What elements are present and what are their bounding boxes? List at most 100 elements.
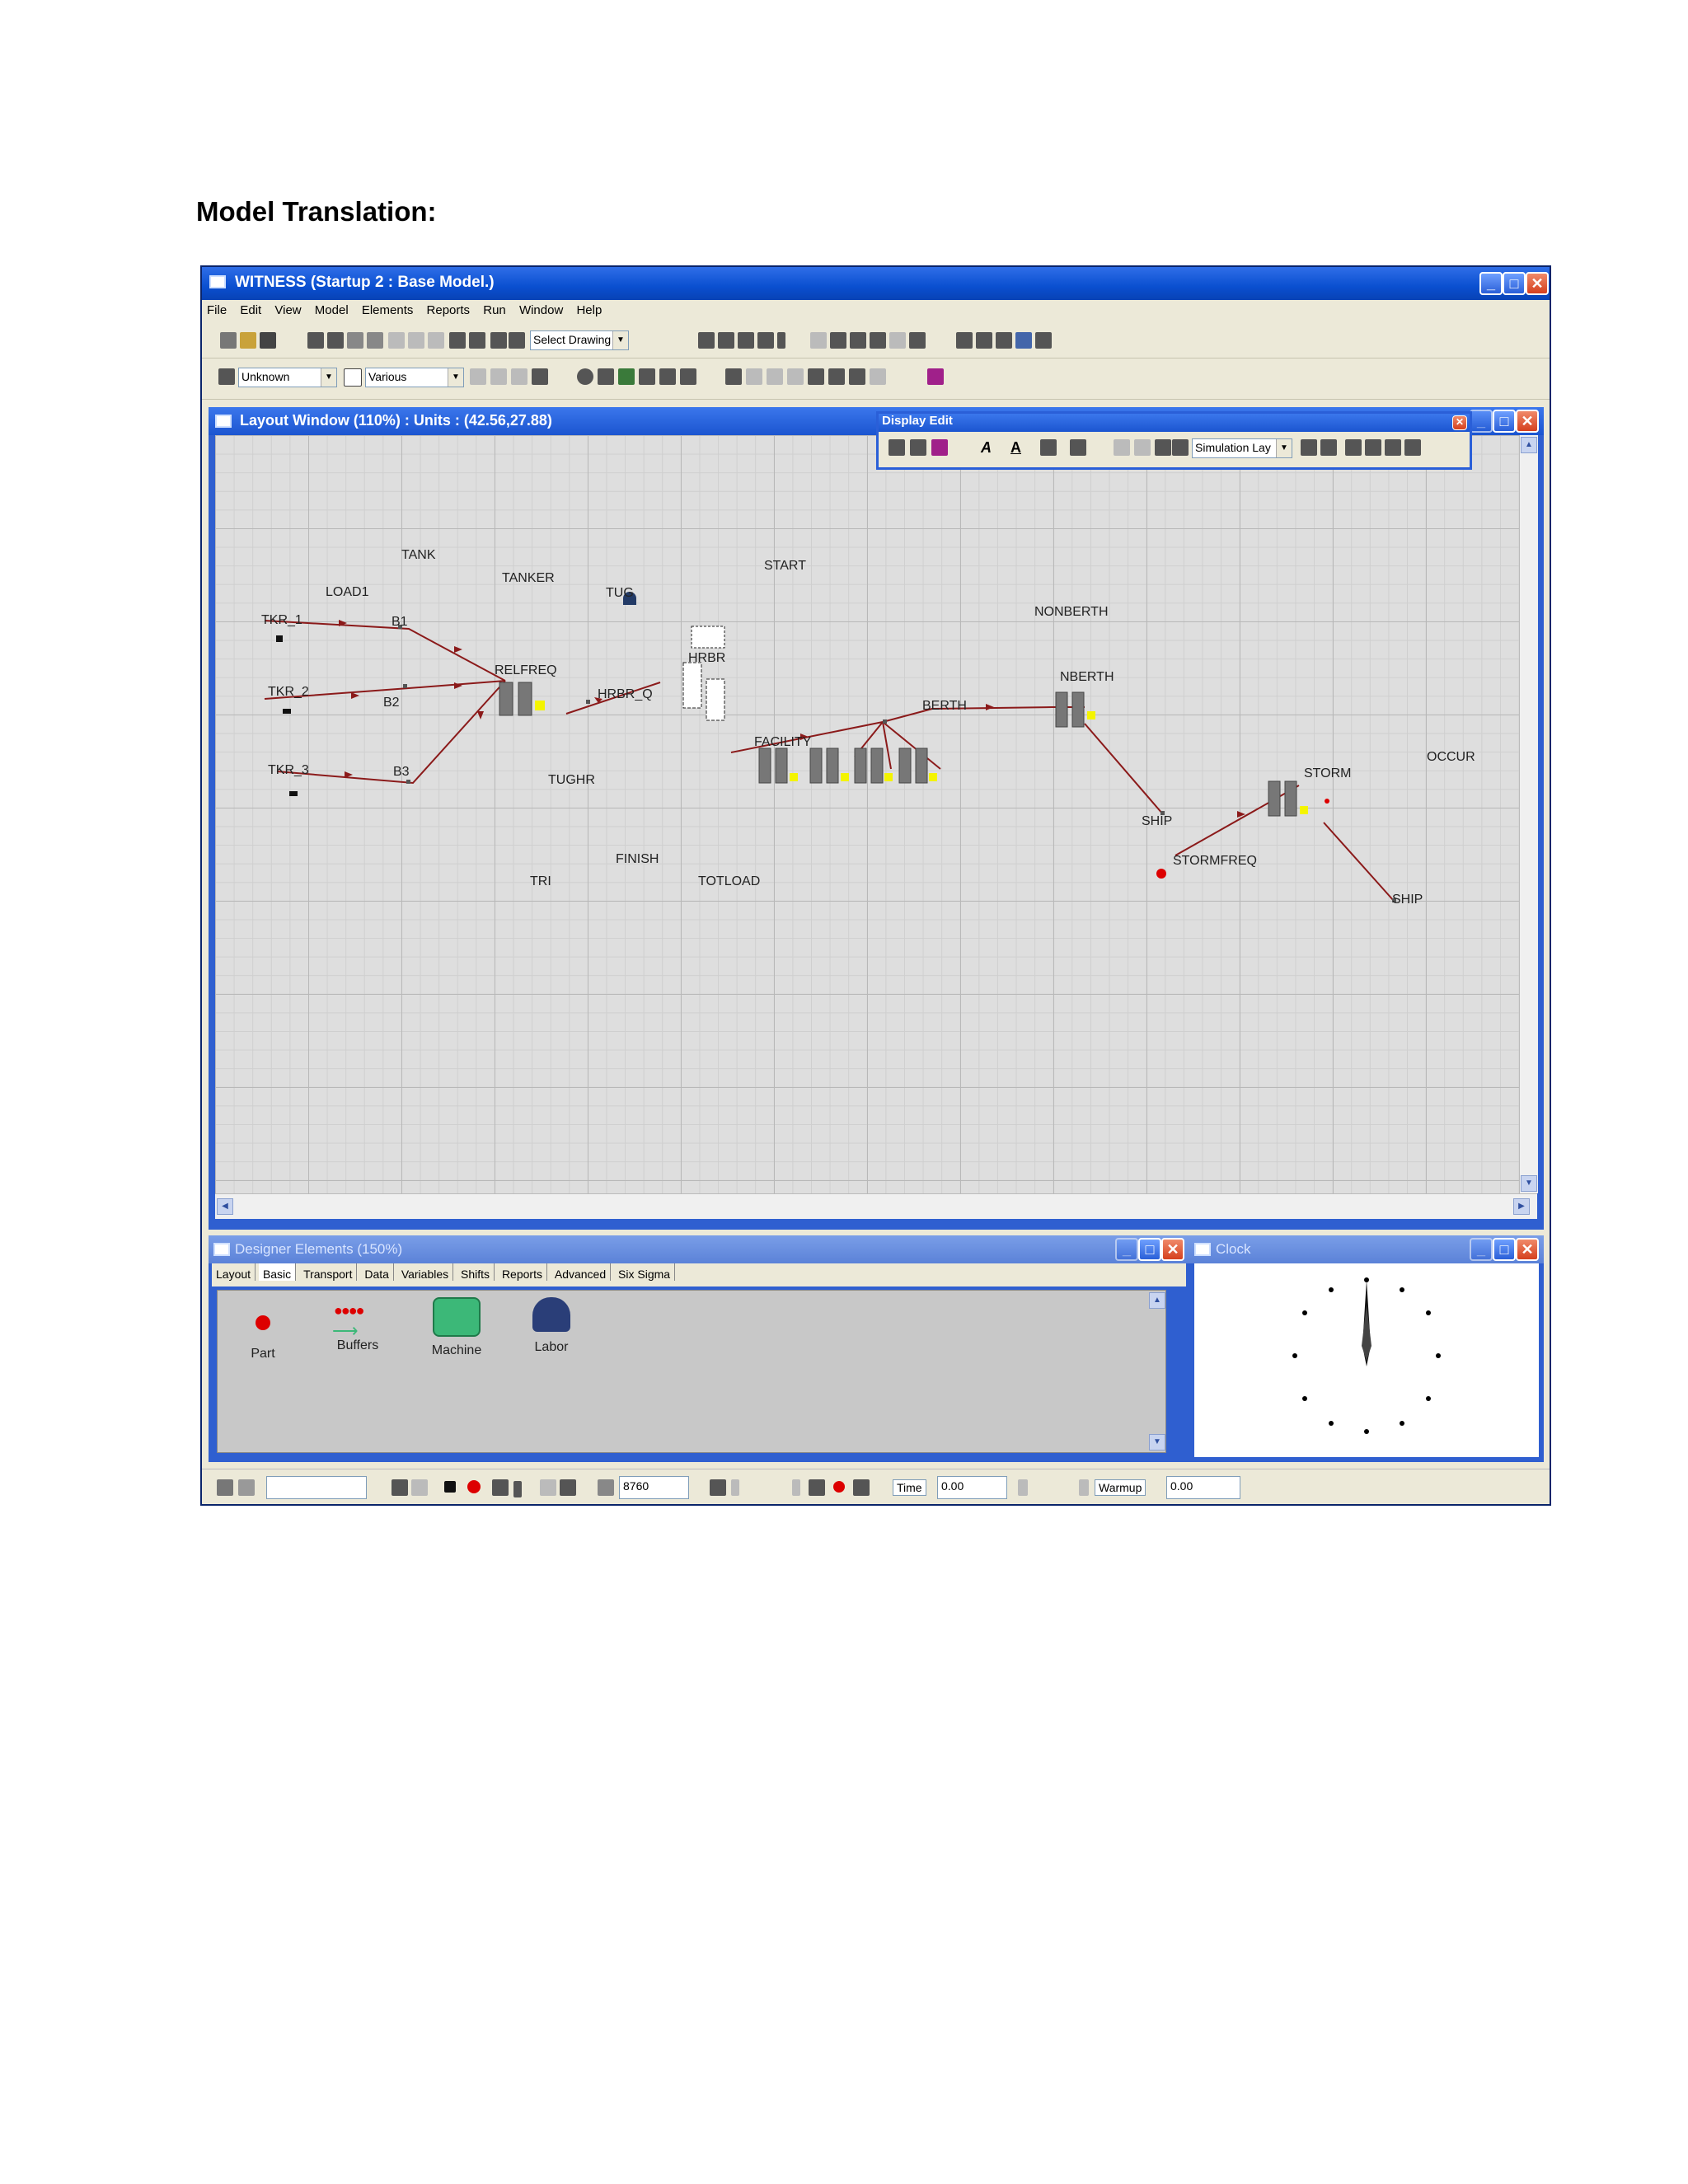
tab-shifts[interactable]: Shifts bbox=[457, 1263, 495, 1281]
plus-icon[interactable] bbox=[344, 368, 362, 387]
check-icon[interactable] bbox=[217, 1479, 233, 1496]
save-icon[interactable] bbox=[260, 332, 276, 349]
various-select[interactable]: Various ▼ bbox=[365, 368, 464, 387]
zoom-out-icon[interactable] bbox=[327, 332, 344, 349]
step-forward-icon[interactable] bbox=[540, 1479, 556, 1496]
zoom-icon[interactable] bbox=[347, 332, 363, 349]
window-toggle-icon[interactable] bbox=[853, 1479, 870, 1496]
path-icon[interactable] bbox=[470, 368, 486, 385]
close-button[interactable]: ✕ bbox=[1516, 410, 1539, 433]
tab-six-sigma[interactable]: Six Sigma bbox=[614, 1263, 676, 1281]
layout-vertical-scrollbar[interactable]: ▲ ▼ bbox=[1519, 435, 1538, 1193]
open-icon[interactable] bbox=[240, 332, 256, 349]
speed-slider-right[interactable] bbox=[792, 1479, 800, 1496]
run-length-icon[interactable] bbox=[598, 1479, 614, 1496]
time-input[interactable]: 0.00 bbox=[937, 1476, 1007, 1499]
arrow-up-icon[interactable] bbox=[388, 332, 405, 349]
layout-canvas[interactable]: TANK LOAD1 TANKER TUG START NONBERTH TKR… bbox=[215, 435, 1519, 1193]
minimize-button[interactable]: _ bbox=[1470, 1238, 1493, 1261]
print-icon[interactable] bbox=[810, 332, 827, 349]
layer-manage-icon[interactable] bbox=[1172, 439, 1189, 456]
display-edit-close-button[interactable]: ✕ bbox=[1452, 415, 1467, 430]
speed-slider-left[interactable] bbox=[731, 1479, 739, 1496]
fast-forward-icon[interactable] bbox=[560, 1479, 576, 1496]
new-icon[interactable] bbox=[220, 332, 237, 349]
tab-advanced[interactable]: Advanced bbox=[551, 1263, 612, 1281]
line-tool-icon[interactable] bbox=[849, 368, 865, 385]
warmup-input[interactable]: 0.00 bbox=[1166, 1476, 1240, 1499]
find-icon[interactable] bbox=[850, 332, 866, 349]
distribute-icon[interactable] bbox=[1404, 439, 1421, 456]
breakpoint-icon[interactable] bbox=[833, 1481, 845, 1493]
scroll-down-icon[interactable]: ▼ bbox=[1149, 1434, 1165, 1451]
display-icon[interactable] bbox=[889, 439, 905, 456]
report-icon[interactable] bbox=[738, 332, 754, 349]
maximize-button[interactable]: □ bbox=[1493, 1238, 1516, 1261]
menu-window[interactable]: Window bbox=[514, 300, 568, 317]
stats-icon[interactable] bbox=[976, 332, 992, 349]
labor-tool-icon[interactable] bbox=[532, 368, 548, 385]
chart-icon[interactable] bbox=[996, 332, 1012, 349]
close-button[interactable]: ✕ bbox=[1526, 272, 1549, 295]
tab-data[interactable]: Data bbox=[360, 1263, 394, 1281]
element-type-icon[interactable] bbox=[218, 368, 235, 385]
pen-tool-icon[interactable] bbox=[828, 368, 845, 385]
maximize-button[interactable]: □ bbox=[1503, 272, 1526, 295]
print-preview-icon[interactable] bbox=[830, 332, 846, 349]
list-icon[interactable] bbox=[718, 332, 734, 349]
drawing-select[interactable]: Select Drawing ▼ bbox=[530, 330, 629, 350]
maximize-button[interactable]: □ bbox=[1493, 410, 1516, 433]
display-edit-title[interactable]: Display Edit bbox=[879, 414, 1470, 432]
pen-icon[interactable] bbox=[910, 439, 926, 456]
clock-titlebar[interactable]: Clock _ □ ✕ bbox=[1189, 1235, 1544, 1263]
stack-tool-icon[interactable] bbox=[808, 368, 824, 385]
minimize-button[interactable]: _ bbox=[1115, 1238, 1138, 1261]
stop-icon[interactable] bbox=[444, 1481, 456, 1493]
close-button[interactable]: ✕ bbox=[1161, 1238, 1184, 1261]
cursor-icon[interactable] bbox=[777, 332, 785, 349]
menu-view[interactable]: View bbox=[270, 300, 306, 317]
zoom-extent-icon[interactable] bbox=[367, 332, 383, 349]
palette-buffers[interactable]: ●●●● ⟶ Buffers bbox=[321, 1299, 395, 1353]
scroll-left-icon[interactable]: ◀ bbox=[217, 1198, 233, 1215]
align-right-icon[interactable] bbox=[1385, 439, 1401, 456]
zoom-in-icon[interactable] bbox=[307, 332, 324, 349]
align-icon[interactable] bbox=[449, 332, 466, 349]
bring-front-icon[interactable] bbox=[1301, 439, 1317, 456]
graph-tool-icon[interactable] bbox=[680, 368, 696, 385]
wand-icon[interactable] bbox=[238, 1479, 255, 1496]
share-icon[interactable] bbox=[757, 332, 774, 349]
scroll-up-icon[interactable]: ▲ bbox=[1521, 437, 1537, 453]
delete-tool-icon[interactable] bbox=[767, 368, 783, 385]
font-color-icon[interactable]: A bbox=[1010, 439, 1027, 456]
grid-icon[interactable] bbox=[1114, 439, 1130, 456]
arrow-down-icon[interactable] bbox=[408, 332, 424, 349]
layers-icon[interactable] bbox=[1155, 439, 1171, 456]
snap-icon[interactable] bbox=[1134, 439, 1151, 456]
move-tool-icon[interactable] bbox=[725, 368, 742, 385]
palette-labor[interactable]: Labor bbox=[518, 1297, 584, 1355]
picture-tool-icon[interactable] bbox=[618, 368, 635, 385]
step-icon[interactable] bbox=[513, 1481, 522, 1497]
draw-tool-icon[interactable] bbox=[639, 368, 655, 385]
route-icon[interactable] bbox=[490, 368, 507, 385]
tab-variables[interactable]: Variables bbox=[397, 1263, 454, 1281]
paint-tool-icon[interactable] bbox=[659, 368, 676, 385]
menu-reports[interactable]: Reports bbox=[422, 300, 476, 317]
tools-icon[interactable] bbox=[1035, 332, 1052, 349]
unit-select[interactable]: Unknown ▼ bbox=[238, 368, 337, 387]
font-icon[interactable]: A bbox=[981, 439, 997, 456]
document-icon[interactable] bbox=[698, 332, 715, 349]
tab-reports[interactable]: Reports bbox=[498, 1263, 547, 1281]
drawing-icon[interactable] bbox=[490, 332, 507, 349]
image-icon[interactable] bbox=[1015, 332, 1032, 349]
app-titlebar[interactable]: WITNESS (Startup 2 : Base Model.) _ □ ✕ bbox=[202, 267, 1550, 300]
run-length-input[interactable]: 8760 bbox=[619, 1476, 689, 1499]
align-center-icon[interactable] bbox=[1365, 439, 1381, 456]
rewind-icon[interactable] bbox=[392, 1479, 408, 1496]
play-icon[interactable] bbox=[492, 1479, 509, 1496]
time-slider-right[interactable] bbox=[1079, 1479, 1089, 1496]
minimize-button[interactable]: _ bbox=[1479, 272, 1503, 295]
connect-icon[interactable] bbox=[511, 368, 528, 385]
maximize-button[interactable]: □ bbox=[1138, 1238, 1161, 1261]
